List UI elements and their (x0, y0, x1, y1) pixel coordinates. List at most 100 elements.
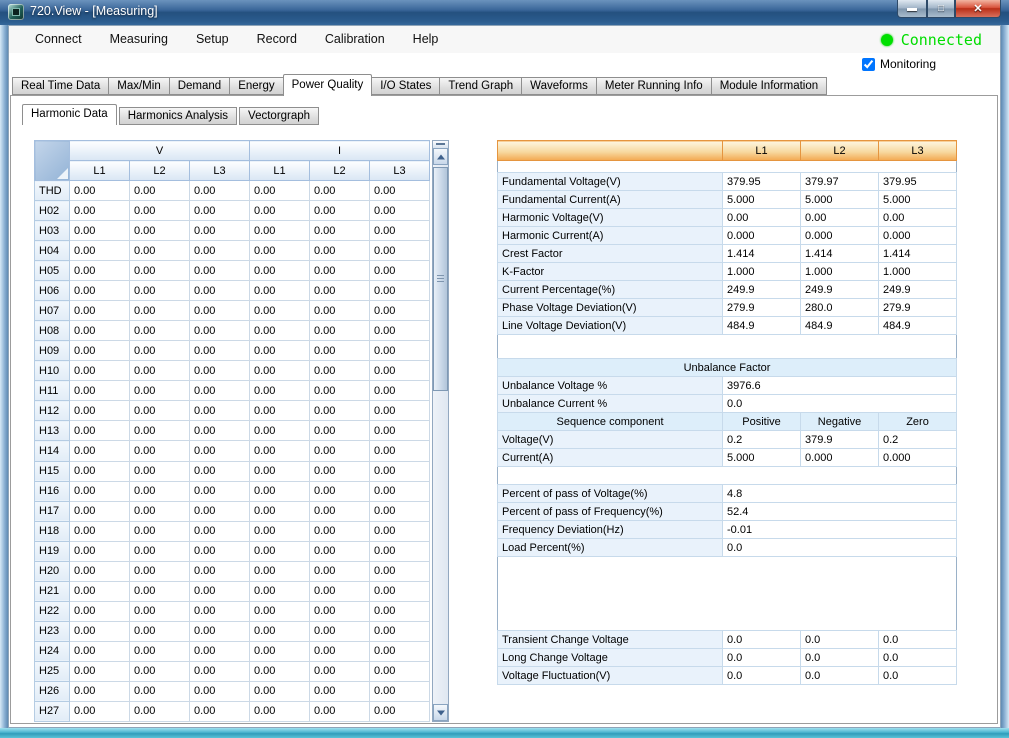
scroll-up-button[interactable] (433, 148, 448, 165)
tab-max-min[interactable]: Max/Min (108, 77, 169, 95)
harmonic-cell: 0.00 (130, 421, 190, 441)
harmonic-row-h16: H160.000.000.000.000.000.00 (35, 481, 430, 501)
harmonic-cell: 0.00 (250, 381, 310, 401)
harmonic-row-h08: H080.000.000.000.000.000.00 (35, 321, 430, 341)
harmonic-cell: 0.00 (310, 461, 370, 481)
row-label-h27: H27 (35, 701, 70, 721)
section-label: Unbalance Factor (498, 359, 957, 377)
menu-item-help[interactable]: Help (399, 26, 453, 53)
tab-module-information[interactable]: Module Information (711, 77, 827, 95)
harmonic-cell: 0.00 (310, 421, 370, 441)
main-tabstrip: Real Time DataMax/MinDemandEnergyPower Q… (12, 74, 826, 96)
menu-item-measuring[interactable]: Measuring (96, 26, 182, 53)
subtab-harmonic-data[interactable]: Harmonic Data (22, 104, 117, 125)
close-button[interactable]: ✕ (955, 0, 1001, 18)
harmonic-cell: 0.00 (70, 621, 130, 641)
tab-real-time-data[interactable]: Real Time Data (12, 77, 109, 95)
tab-energy[interactable]: Energy (229, 77, 283, 95)
summary-label: K-Factor (498, 263, 723, 281)
down-arrow-icon (437, 710, 445, 715)
harmonic-cell: 0.00 (310, 561, 370, 581)
menu-item-connect[interactable]: Connect (21, 26, 96, 53)
subtab-vectorgraph[interactable]: Vectorgraph (239, 107, 319, 125)
harmonic-cell: 0.00 (250, 241, 310, 261)
harmonic-cell: 0.00 (250, 481, 310, 501)
summary-col-l2: L2 (801, 141, 879, 161)
menu-item-setup[interactable]: Setup (182, 26, 243, 53)
window-left-frame (0, 25, 8, 728)
harmonic-row-h04: H040.000.000.000.000.000.00 (35, 241, 430, 261)
harmonic-cell: 0.00 (250, 341, 310, 361)
summary-label: Harmonic Voltage(V) (498, 209, 723, 227)
harmonic-cell: 0.00 (370, 401, 430, 421)
summary-value: 0.000 (879, 449, 957, 467)
harmonic-cell: 0.00 (250, 681, 310, 701)
harmonic-cell: 0.00 (130, 401, 190, 421)
harmonic-cell: 0.00 (250, 501, 310, 521)
connected-dot-icon (881, 34, 893, 46)
connection-status: Connected (881, 31, 982, 49)
harmonic-cell: 0.00 (370, 641, 430, 661)
menu-item-calibration[interactable]: Calibration (311, 26, 399, 53)
summary-value: 0.0 (723, 631, 801, 649)
harmonic-cell: 0.00 (310, 241, 370, 261)
monitoring-checkbox[interactable] (862, 58, 875, 71)
tab-demand[interactable]: Demand (169, 77, 230, 95)
harmonic-cell: 0.00 (370, 581, 430, 601)
tab-i-o-states[interactable]: I/O States (371, 77, 440, 95)
client-area: ConnectMeasuringSetupRecordCalibrationHe… (8, 25, 1001, 728)
harmonic-row-h03: H030.000.000.000.000.000.00 (35, 221, 430, 241)
harmonic-cell: 0.00 (190, 201, 250, 221)
harmonic-cell: 0.00 (370, 621, 430, 641)
summary-value: 0.00 (801, 209, 879, 227)
summary-value: 0.0 (723, 395, 957, 413)
menu-items: ConnectMeasuringSetupRecordCalibrationHe… (9, 26, 1000, 53)
row-label-h16: H16 (35, 481, 70, 501)
summary-row-line-voltage-deviation-v: Line Voltage Deviation(V)484.9484.9484.9 (498, 317, 957, 335)
harmonic-cell: 0.00 (190, 341, 250, 361)
harmonic-cell: 0.00 (310, 181, 370, 201)
scrollbar-thumb[interactable] (433, 167, 448, 391)
summary-label: Harmonic Current(A) (498, 227, 723, 245)
summary-value: 1.000 (723, 263, 801, 281)
harmonic-cell: 0.00 (310, 401, 370, 421)
summary-value: 4.8 (723, 485, 957, 503)
harmonic-cell: 0.00 (190, 261, 250, 281)
tab-meter-running-info[interactable]: Meter Running Info (596, 77, 712, 95)
harmonic-corner-cell (35, 141, 70, 181)
summary-value: 1.414 (879, 245, 957, 263)
menu-item-record[interactable]: Record (243, 26, 311, 53)
app-window: 720.View - [Measuring] ▬ □ ✕ ConnectMeas… (0, 0, 1009, 738)
maximize-button[interactable]: □ (927, 0, 955, 18)
tab-trend-graph[interactable]: Trend Graph (439, 77, 522, 95)
monitoring-label: Monitoring (880, 57, 936, 71)
summary-row-long-change-voltage: Long Change Voltage0.00.00.0 (498, 649, 957, 667)
harmonic-cell: 0.00 (190, 381, 250, 401)
minimize-button[interactable]: ▬ (897, 0, 927, 18)
harmonic-cell: 0.00 (370, 681, 430, 701)
row-label-h25: H25 (35, 661, 70, 681)
summary-row-k-factor: K-Factor1.0001.0001.000 (498, 263, 957, 281)
harmonic-cell: 0.00 (370, 341, 430, 361)
tab-waveforms[interactable]: Waveforms (521, 77, 597, 95)
harmonic-cell: 0.00 (130, 301, 190, 321)
harmonic-cell: 0.00 (70, 481, 130, 501)
tab-power-quality[interactable]: Power Quality (283, 74, 373, 96)
summary-label: Crest Factor (498, 245, 723, 263)
harmonic-cell: 0.00 (70, 361, 130, 381)
summary-value: 0.0 (879, 667, 957, 685)
harmonic-cell: 0.00 (130, 461, 190, 481)
harmonic-row-h18: H180.000.000.000.000.000.00 (35, 521, 430, 541)
summary-value: 249.9 (723, 281, 801, 299)
harmonic-cell: 0.00 (70, 701, 130, 721)
harmonic-cell: 0.00 (250, 301, 310, 321)
summary-value: 249.9 (879, 281, 957, 299)
harmonic-cell: 0.00 (250, 601, 310, 621)
vertical-scrollbar[interactable] (432, 140, 449, 722)
subtab-harmonics-analysis[interactable]: Harmonics Analysis (119, 107, 237, 125)
summary-value: 0.0 (801, 631, 879, 649)
harmonic-cell: 0.00 (370, 301, 430, 321)
summary-value: 379.97 (801, 173, 879, 191)
thumb-grip-icon (437, 275, 444, 283)
scroll-down-button[interactable] (433, 704, 448, 721)
